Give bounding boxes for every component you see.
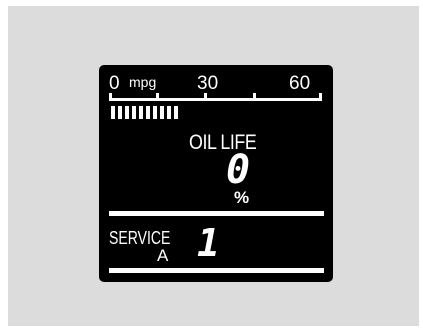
mpg-bar-graph [111,106,178,119]
mpg-bar-segment [146,106,150,119]
mpg-scale-tick [204,93,207,99]
mpg-scale-mid: 30 [197,73,219,94]
mpg-bar-segment [139,106,143,119]
mpg-bar-segment [174,106,178,119]
mpg-scale-tick [319,93,322,99]
oil-life-value: 0 [226,147,251,193]
separator-line [109,211,324,216]
separator-line [109,268,324,273]
instrument-display: 0 mpg 30 60 OIL LIFE 0 % SERVICE A 1 [99,65,333,282]
mpg-scale-line [109,98,322,101]
mpg-scale-tick [156,93,159,99]
mpg-scale-min: 0 [109,73,120,94]
mpg-bar-segment [167,106,171,119]
mpg-bar-segment [160,106,164,119]
service-main-code: A [157,246,169,265]
mpg-bar-segment [132,106,136,119]
mpg-bar-segment [118,106,122,119]
mpg-unit-label: mpg [129,74,157,90]
mpg-bar-segment [125,106,129,119]
service-sub-code: 1 [197,221,220,265]
service-label: SERVICE [109,228,171,248]
mpg-scale-max: 60 [289,73,311,94]
oil-life-unit: % [234,188,250,207]
mpg-scale-tick [253,93,256,99]
mpg-bar-segment [153,106,157,119]
mpg-scale-tick [109,93,112,99]
mpg-bar-segment [111,106,115,119]
